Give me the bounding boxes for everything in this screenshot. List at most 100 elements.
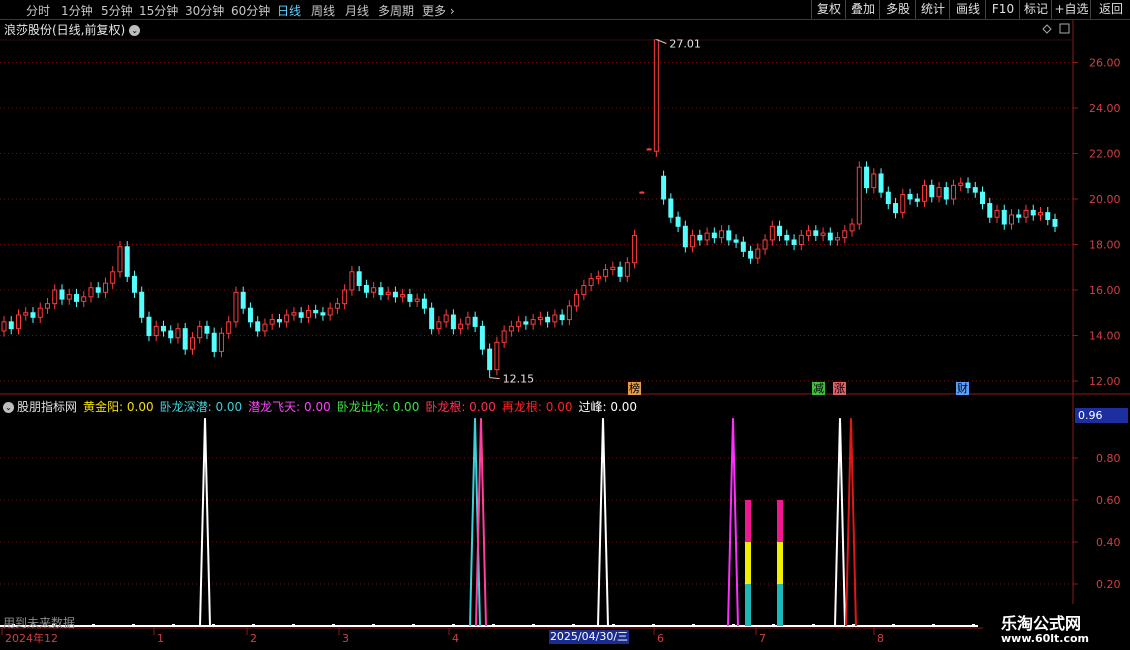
event-tag[interactable]: 涨 — [833, 382, 846, 395]
candle-body — [545, 316, 551, 323]
candle-body — [980, 191, 986, 205]
baseline-dot — [972, 624, 975, 627]
candle-body — [284, 314, 290, 323]
candle-body — [1009, 214, 1015, 225]
event-tag[interactable]: 榜 — [628, 382, 641, 395]
candle-body — [233, 291, 239, 323]
y-tick-label: 24.00 — [1089, 102, 1121, 115]
watermark-title: 乐淘公式网 — [1001, 614, 1082, 633]
watermark: 乐淘公式网 www.60lt.com — [983, 604, 1130, 650]
candle-body — [646, 148, 652, 151]
candle-body — [436, 321, 442, 330]
candle-body — [690, 234, 696, 248]
candle-body — [1016, 214, 1022, 218]
y-tick-label: 14.00 — [1089, 330, 1121, 343]
y-tick-label: 20.00 — [1089, 193, 1121, 206]
candle-body — [516, 321, 522, 327]
indicator-series-label: 卧龙深潜: 0.00 — [159, 400, 243, 414]
candle-body — [240, 291, 246, 309]
y-tick-label: 22.00 — [1089, 148, 1121, 161]
indicator-series-label: 过峰: 0.00 — [578, 400, 638, 414]
indicator-spike — [597, 418, 609, 627]
x-tick-label: 4 — [452, 632, 459, 645]
candle-body — [740, 241, 746, 252]
candle-body — [37, 307, 43, 318]
candle-body — [407, 294, 413, 302]
candle-body — [385, 291, 391, 296]
candlestick-chart[interactable]: 26.00 24.00 22.00 20.00 18.00 16.00 14.00 12.00… — [0, 0, 1130, 650]
y-tick-label: 18.00 — [1089, 239, 1121, 252]
indicator-series-label: 卧龙根: 0.00 — [425, 400, 496, 414]
candle-body — [378, 287, 384, 296]
x-tick-label: 6 — [657, 632, 664, 645]
candle-body — [1030, 209, 1036, 216]
indicator-y-tick-label: 0.80 — [1096, 452, 1121, 465]
future-data-note: 用到未来数据 — [3, 616, 76, 630]
candle-body — [835, 237, 841, 241]
candle-body — [356, 271, 362, 286]
baseline-dot — [932, 624, 935, 627]
candle-body — [494, 341, 500, 371]
candle-body — [73, 294, 79, 302]
chevron-down-icon[interactable]: ⌄ — [3, 402, 14, 413]
candle-body — [842, 230, 848, 239]
candle-body — [595, 275, 601, 280]
x-tick-label: 2024年12 — [5, 631, 58, 645]
candle-body — [878, 173, 884, 193]
candle-body — [349, 271, 355, 291]
candle-body — [168, 330, 174, 339]
candle-body — [791, 239, 797, 245]
candle-body — [175, 328, 181, 339]
candle-body — [661, 175, 667, 200]
event-tag[interactable]: 减 — [812, 382, 825, 395]
candle-body — [697, 234, 703, 241]
candle-body — [1045, 212, 1051, 220]
candle-body — [624, 262, 630, 277]
candle-body — [537, 316, 543, 321]
candle-body — [363, 284, 369, 293]
candle-body — [479, 325, 485, 350]
candle-body — [450, 314, 456, 330]
candle-body — [59, 289, 65, 300]
candle-body — [588, 278, 594, 286]
baseline-dot — [692, 624, 695, 627]
candle-body — [951, 184, 957, 200]
candle-body — [994, 209, 1000, 218]
candle-body — [52, 289, 58, 305]
candle-body — [784, 234, 790, 241]
candle-body — [400, 294, 406, 298]
candle-body — [182, 328, 188, 350]
candle-body — [458, 323, 464, 330]
candle-body — [44, 303, 50, 309]
stack-bar-segment — [777, 500, 783, 542]
candle-body — [603, 269, 609, 277]
candle-body — [117, 246, 123, 273]
indicator-name[interactable]: 股朋指标网 — [17, 400, 77, 414]
candle-body — [429, 307, 435, 330]
candle-body — [153, 325, 159, 336]
candle-body — [102, 282, 108, 293]
y-tick-label: 16.00 — [1089, 284, 1121, 297]
candle-body — [30, 312, 36, 318]
candle-body — [719, 230, 725, 239]
candle-body — [88, 287, 94, 298]
candle-body — [813, 230, 819, 236]
indicator-spike — [845, 418, 857, 627]
candle-body — [472, 316, 478, 327]
indicator-series-label: 卧龙出水: 0.00 — [336, 400, 420, 414]
baseline-dot — [892, 624, 895, 627]
candle-body — [856, 166, 862, 225]
candle-body — [559, 314, 565, 321]
candle-body — [197, 325, 203, 339]
candle-body — [806, 230, 812, 236]
candle-body — [632, 234, 638, 264]
low-price-label: 12.15 — [503, 373, 535, 386]
candle-body — [465, 316, 471, 325]
candle-body — [610, 266, 616, 271]
baseline-dot — [172, 624, 175, 627]
candle-body — [189, 337, 195, 350]
candle-body — [922, 184, 928, 202]
high-price-label: 27.01 — [669, 38, 701, 51]
event-tag[interactable]: 财 — [956, 382, 969, 395]
candle-body — [327, 307, 333, 316]
